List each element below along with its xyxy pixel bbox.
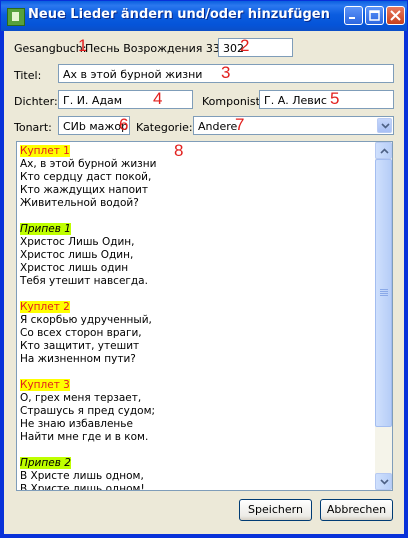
lyrics-line: Со всех сторон враги, [20,327,372,340]
lyrics-line-text: Кто защитит, утешит [20,340,140,352]
kategorie-dropdown-button[interactable] [377,118,392,133]
lyrics-line: Христос лишь Один, [20,249,372,262]
window-title: Neue Lieder ändern und/oder hinzufügen [28,7,330,22]
scroll-grip-line [380,295,388,296]
chevron-down-icon [381,123,390,129]
lyrics-line: В Христе лишь одном, [20,470,372,483]
dialog-body: Gesangbuch: 1 Песнь Возрождения 3300 302… [4,31,404,534]
lyrics-line-text: Страшусь я пред судом; [20,405,156,417]
dichter-field[interactable]: Г. И. Адам [58,90,193,109]
lyrics-line-text: В Христе лишь одном! [20,483,145,491]
scroll-up-button[interactable] [375,142,392,159]
lyrics-scrollbar[interactable] [375,142,392,490]
lyrics-line: О, грех меня терзает, [20,392,372,405]
komponist-field[interactable]: Г. А. Левис [259,90,394,109]
gesangbuch-name: Песнь Возрождения 3300 [85,42,234,55]
dichter-value: Г. И. Адам [63,94,123,107]
lyrics-line: Кто защитит, утешит [20,340,372,353]
lyrics-line-text: Со всех сторон враги, [20,327,142,339]
lyrics-line [20,366,372,379]
lyrics-line-text: Я скорбью удрученный, [20,314,152,326]
lyrics-line: Я скорбью удрученный, [20,314,372,327]
arrow-up-icon [380,148,389,154]
lyrics-line: Страшусь я пред судом; [20,405,372,418]
chorus-heading: Припев 1 [20,223,372,236]
lyrics-line: Найти мне где и в ком. [20,431,372,444]
komponist-value: Г. А. Левис [264,94,327,107]
lyrics-line: Живительной водой? [20,197,372,210]
lyrics-line: Христос Лишь Один, [20,236,372,249]
scroll-down-button[interactable] [375,473,392,490]
verse-heading: Куплет 3 [20,379,372,392]
lyrics-content: Куплет 1 Ах, в этой бурной жизни Кто сердц… [20,145,372,491]
verse-heading: Куплет 1 [20,145,372,158]
marker-7: 7 [235,115,245,134]
lyrics-line-text: О, грех меня терзает, [20,392,142,404]
verse-heading: Куплет 2 [20,301,372,314]
lyrics-line-text: Найти мне где и в ком. [20,431,149,443]
lyrics-line-text: Не знаю избавленье [20,418,133,430]
tonart-label: Tonart: [14,121,52,134]
lyrics-line-text: Христос Лишь Один, [20,236,135,248]
lyrics-line-text: Тебя утешит навсегда. [20,275,148,287]
lyrics-line: В Христе лишь одном! [20,483,372,491]
minimize-icon [349,17,355,19]
minimize-button[interactable] [344,6,363,25]
dialog-window: Neue Lieder ändern und/oder hinzufügen G… [0,0,408,538]
gesangbuch-label: Gesangbuch: [14,42,87,55]
lyrics-line-text: Ах, в этой бурной жизни [20,158,157,170]
lyrics-line-text: Кто сердцу даст покой, [20,171,152,183]
lyrics-line: Тебя утешит навсегда. [20,275,372,288]
chorus-heading: Припев 2 [20,457,372,470]
cancel-button[interactable]: Abbrechen [320,499,393,521]
marker-4: 4 [153,89,163,108]
lyrics-line-text: Христос лишь один [20,262,129,274]
lyrics-line-text: Припев 1 [20,223,71,235]
scroll-grip-line [380,289,388,290]
marker-6: 6 [119,115,129,134]
kategorie-select[interactable]: Andere [193,116,394,135]
lyrics-line: Христос лишь один [20,262,372,275]
scroll-thumb[interactable] [375,159,392,427]
lyrics-line [20,210,372,223]
lyrics-line [20,288,372,301]
lyrics-line-text: Кто жаждущих напоит [20,184,148,196]
marker-2: 2 [240,36,250,55]
titel-value: Ах в этой бурной жизни [63,68,203,81]
marker-3: 3 [221,63,231,82]
lyrics-textarea[interactable]: Куплет 1 Ах, в этой бурной жизни Кто сердц… [16,141,393,491]
lyrics-line-text: Куплет 1 [20,145,70,157]
dichter-label: Dichter: [14,95,58,108]
marker-5: 5 [330,89,340,108]
save-button[interactable]: Speichern [239,499,312,521]
lyrics-line: Ах, в этой бурной жизни [20,158,372,171]
titel-label: Titel: [14,69,42,82]
gesangbuch-number-field[interactable]: 302 [218,38,293,57]
maximize-icon [369,10,380,21]
maximize-button[interactable] [365,6,384,25]
lyrics-line: Кто сердцу даст покой, [20,171,372,184]
lyrics-line-text: Куплет 2 [20,301,70,313]
lyrics-line [20,444,372,457]
scroll-grip-line [380,293,388,294]
lyrics-line-text: Христос лишь Один, [20,249,134,261]
komponist-label: Komponist: [202,95,264,108]
lyrics-line-text: На жизненном пути? [20,353,136,365]
lyrics-line: Кто жаждущих напоит [20,184,372,197]
lyrics-line: На жизненном пути? [20,353,372,366]
kategorie-value: Andere [198,120,238,133]
arrow-down-icon [380,479,389,485]
scroll-grip-line [380,291,388,292]
close-button[interactable] [386,6,405,25]
kategorie-label: Kategorie: [136,121,193,134]
title-bar[interactable]: Neue Lieder ändern und/oder hinzufügen [1,1,407,31]
close-icon [390,10,401,21]
lyrics-line: Не знаю избавленье [20,418,372,431]
lyrics-line-text: Живительной водой? [20,197,139,209]
lyrics-line-text: Припев 2 [20,457,71,469]
lyrics-line-text: Куплет 3 [20,379,70,391]
app-icon [7,8,25,26]
marker-8: 8 [174,141,184,160]
lyrics-line-text: В Христе лишь одном, [20,470,144,482]
